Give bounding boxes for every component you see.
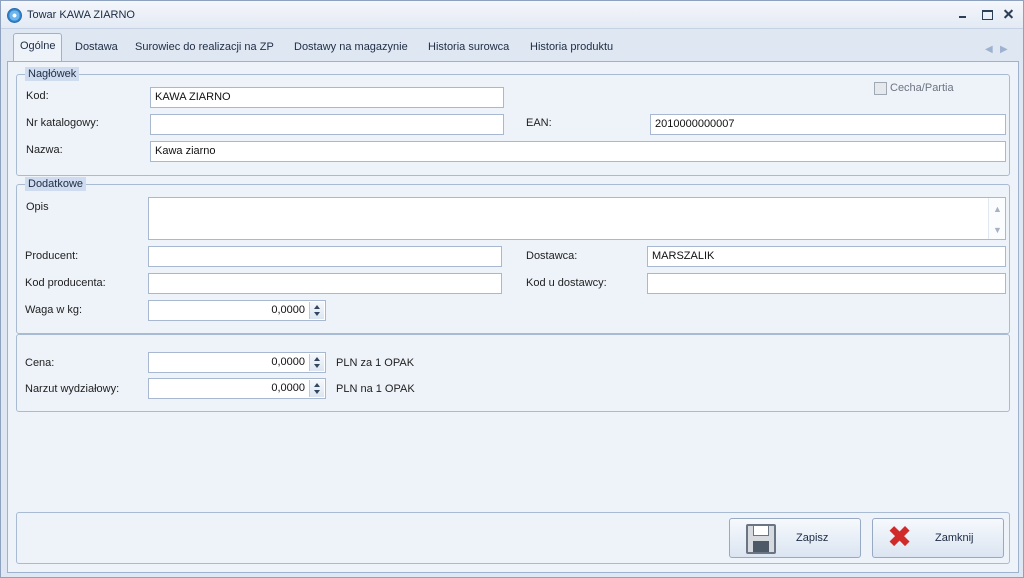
waga-value: 0,0000 [271,304,305,316]
cecha-partia-checkbox[interactable] [874,82,887,95]
tab-scroll-left-icon[interactable]: ◀ [985,44,993,55]
opis-scrollbar[interactable]: ▲ ▼ [988,198,1005,239]
opis-textarea[interactable]: ▲ ▼ [148,197,1006,240]
cena-spin-icon[interactable] [309,354,324,371]
kod-label: Kod: [26,90,49,102]
waga-spin-icon[interactable] [309,302,324,319]
nr-katalogowy-field[interactable] [150,114,504,135]
tab-strip: Ogólne Dostawa Surowiec do realizacji na… [1,31,1023,62]
scroll-down-icon[interactable]: ▼ [993,225,1002,235]
tab-page-ogolne: Nagłówek Cecha/Partia Kod: KAWA ZIARNO N… [7,61,1019,573]
narzut-label: Narzut wydziałowy: [25,383,120,395]
tab-surowiec-do-realizacji[interactable]: Surowiec do realizacji na ZP [129,35,280,61]
dostawca-label: Dostawca: [526,250,578,262]
scroll-up-icon[interactable]: ▲ [993,204,1002,214]
title-bar[interactable]: Towar KAWA ZIARNO [1,1,1023,29]
opis-label: Opis [26,201,49,213]
group-dodatkowe-title: Dodatkowe [25,177,87,191]
cena-label: Cena: [25,357,55,369]
kod-producenta-label: Kod producenta: [25,277,106,289]
close-window-button[interactable] [1001,7,1017,21]
tab-historia-surowca[interactable]: Historia surowca [422,35,515,61]
maximize-button[interactable] [979,7,995,21]
save-button[interactable]: Zapisz [729,518,861,558]
tab-ogolne[interactable]: Ogólne [13,33,63,62]
group-naglowek: Nagłówek Cecha/Partia Kod: KAWA ZIARNO N… [16,67,1010,176]
close-button-label: Zamknij [935,532,974,544]
floppy-disk-icon [746,524,776,554]
cena-unit-label: PLN za 1 OPAK [336,357,415,369]
producent-field[interactable] [148,246,502,267]
ean-field[interactable]: 2010000000007 [650,114,1006,135]
cecha-partia-label: Cecha/Partia [890,82,954,94]
kod-field[interactable]: KAWA ZIARNO [150,87,504,108]
tab-dostawy-na-magazynie[interactable]: Dostawy na magazynie [288,35,414,61]
narzut-value: 0,0000 [271,382,305,394]
nr-katalogowy-label: Nr katalogowy: [26,117,99,129]
narzut-unit-label: PLN na 1 OPAK [336,383,415,395]
narzut-stepper[interactable]: 0,0000 [148,378,326,399]
tab-dostawa[interactable]: Dostawa [69,35,124,61]
app-icon [7,8,22,23]
dialog-window: Towar KAWA ZIARNO Ogólne Dostawa Surowie… [0,0,1024,578]
kod-u-dostawcy-label: Kod u dostawcy: [526,277,607,289]
kod-producenta-field[interactable] [148,273,502,294]
tab-historia-produktu[interactable]: Historia produktu [524,35,619,61]
minimize-button[interactable] [955,7,971,21]
nazwa-field[interactable]: Kawa ziarno [150,141,1006,162]
nazwa-label: Nazwa: [26,144,63,156]
cena-value: 0,0000 [271,356,305,368]
cena-stepper[interactable]: 0,0000 [148,352,326,373]
dostawca-field[interactable]: MARSZALIK [647,246,1006,267]
group-dodatkowe: Dodatkowe Opis ▲ ▼ Producent: Dostawca: … [16,177,1010,334]
group-ceny: Cena: 0,0000 PLN za 1 OPAK Narzut wydzia… [16,334,1010,412]
waga-stepper[interactable]: 0,0000 [148,300,326,321]
tab-scroll-right-icon[interactable]: ▶ [1000,44,1008,55]
window-title: Towar KAWA ZIARNO [27,9,135,21]
ean-label: EAN: [526,117,552,129]
save-button-label: Zapisz [796,532,829,544]
button-panel: Zapisz ✖ Zamknij [16,512,1010,564]
close-button[interactable]: ✖ Zamknij [872,518,1004,558]
kod-u-dostawcy-field[interactable] [647,273,1006,294]
group-naglowek-title: Nagłówek [25,67,80,81]
producent-label: Producent: [25,250,79,262]
waga-label: Waga w kg: [25,304,83,316]
narzut-spin-icon[interactable] [309,380,324,397]
red-x-icon: ✖ [887,520,913,555]
